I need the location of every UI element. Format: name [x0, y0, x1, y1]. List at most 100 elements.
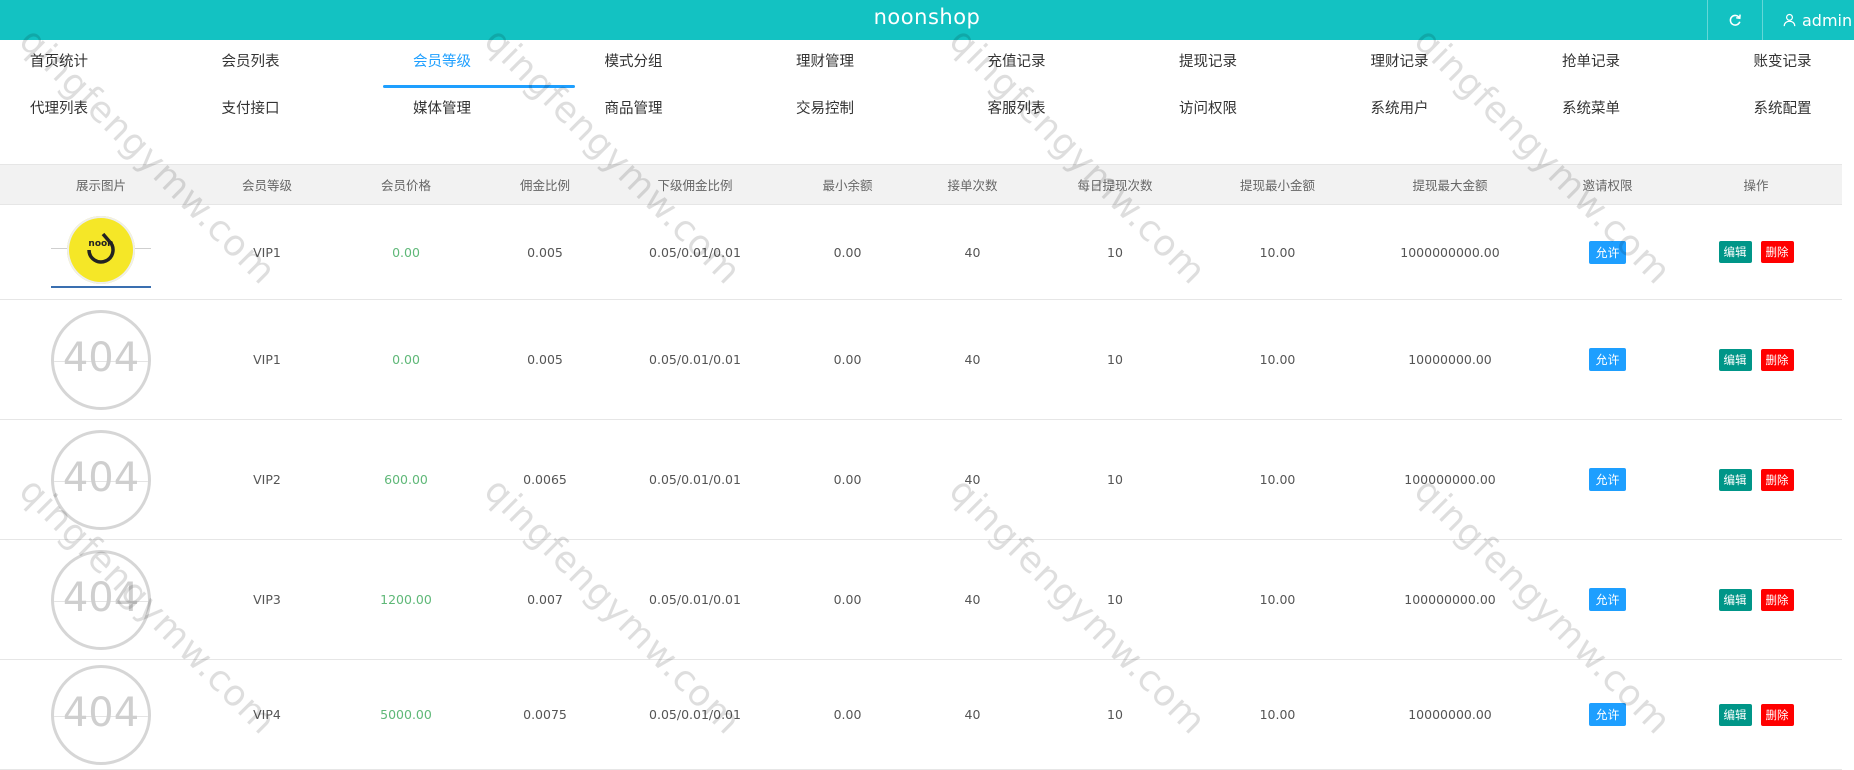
delete-button[interactable]: 删除	[1761, 241, 1794, 263]
column-header: 提现最小金额	[1200, 165, 1355, 204]
column-header: 展示图片	[0, 165, 202, 204]
column-header: 最小余额	[780, 165, 915, 204]
withdraw-max-cell: 1000000000.00	[1355, 205, 1545, 299]
nav-item[interactable]: 会员列表	[192, 47, 384, 94]
invite-cell: 允许	[1545, 300, 1670, 419]
price-cell: 5000.00	[332, 660, 480, 769]
nav-item[interactable]: 商品管理	[575, 94, 767, 141]
delete-button[interactable]: 删除	[1761, 704, 1794, 726]
delete-button[interactable]: 删除	[1761, 469, 1794, 491]
invite-permission-tag[interactable]: 允许	[1589, 241, 1625, 264]
nav-item[interactable]: 系统用户	[1341, 94, 1533, 141]
nav-item[interactable]: 媒体管理	[383, 94, 575, 141]
withdraw-max-cell: 100000000.00	[1355, 540, 1545, 659]
daily-withdraw-cell: 10	[1030, 205, 1200, 299]
sub-rate-cell: 0.05/0.01/0.01	[610, 205, 780, 299]
user-menu[interactable]: admin	[1762, 0, 1854, 40]
image-cell: 404	[0, 420, 202, 539]
withdraw-min-cell: 10.00	[1200, 540, 1355, 659]
actions-cell: 编辑删除	[1670, 540, 1842, 659]
withdraw-min-cell: 10.00	[1200, 205, 1355, 299]
edit-button[interactable]: 编辑	[1719, 589, 1752, 611]
edit-button[interactable]: 编辑	[1719, 704, 1752, 726]
min-balance-cell: 0.00	[780, 420, 915, 539]
level-cell: VIP1	[202, 205, 332, 299]
nav-item[interactable]: 充值记录	[958, 47, 1150, 94]
table-row: noonVIP10.000.0050.05/0.01/0.010.0040101…	[0, 205, 1842, 300]
nav-item[interactable]: 代理列表	[0, 94, 192, 141]
delete-button[interactable]: 删除	[1761, 349, 1794, 371]
min-balance-cell: 0.00	[780, 660, 915, 769]
nav-item[interactable]: 理财记录	[1341, 47, 1533, 94]
withdraw-max-cell: 100000000.00	[1355, 420, 1545, 539]
sub-rate-cell: 0.05/0.01/0.01	[610, 300, 780, 419]
rate-cell: 0.0075	[480, 660, 610, 769]
nav-item[interactable]: 账变记录	[1724, 47, 1854, 94]
level-image: 404	[51, 430, 151, 530]
orders-cell: 40	[915, 420, 1030, 539]
nav-item[interactable]: 系统菜单	[1532, 94, 1724, 141]
sub-rate-cell: 0.05/0.01/0.01	[610, 660, 780, 769]
invite-permission-tag[interactable]: 允许	[1589, 703, 1625, 726]
actions-cell: 编辑删除	[1670, 300, 1842, 419]
daily-withdraw-cell: 10	[1030, 540, 1200, 659]
withdraw-min-cell: 10.00	[1200, 420, 1355, 539]
nav-item[interactable]: 系统配置	[1724, 94, 1854, 141]
daily-withdraw-cell: 10	[1030, 420, 1200, 539]
daily-withdraw-cell: 10	[1030, 660, 1200, 769]
nav-item[interactable]: 模式分组	[575, 47, 767, 94]
table-header: 展示图片会员等级会员价格佣金比例下级佣金比例最小余额接单次数每日提现次数提现最小…	[0, 165, 1842, 205]
orders-cell: 40	[915, 660, 1030, 769]
edit-button[interactable]: 编辑	[1719, 241, 1752, 263]
min-balance-cell: 0.00	[780, 300, 915, 419]
table-row: 404VIP2600.000.00650.05/0.01/0.010.00401…	[0, 420, 1842, 540]
column-header: 会员价格	[332, 165, 480, 204]
nav-item[interactable]: 首页统计	[0, 47, 192, 94]
withdraw-min-cell: 10.00	[1200, 300, 1355, 419]
noon-logo-icon: noon	[67, 216, 135, 284]
invite-cell: 允许	[1545, 420, 1670, 539]
nav-item[interactable]: 交易控制	[766, 94, 958, 141]
nav-item[interactable]: 客服列表	[958, 94, 1150, 141]
price-cell: 0.00	[332, 300, 480, 419]
withdraw-max-cell: 10000000.00	[1355, 300, 1545, 419]
level-image: 404	[51, 310, 151, 410]
nav-item[interactable]: 会员等级	[383, 47, 575, 94]
actions-cell: 编辑删除	[1670, 420, 1842, 539]
delete-button[interactable]: 删除	[1761, 589, 1794, 611]
nav-item[interactable]: 访问权限	[1149, 94, 1341, 141]
level-cell: VIP2	[202, 420, 332, 539]
image-cell: 404	[0, 300, 202, 419]
invite-cell: 允许	[1545, 660, 1670, 769]
column-header: 接单次数	[915, 165, 1030, 204]
sub-rate-cell: 0.05/0.01/0.01	[610, 540, 780, 659]
price-cell: 1200.00	[332, 540, 480, 659]
edit-button[interactable]: 编辑	[1719, 349, 1752, 371]
table-row: 404VIP31200.000.0070.05/0.01/0.010.00401…	[0, 540, 1842, 660]
invite-permission-tag[interactable]: 允许	[1589, 468, 1625, 491]
edit-button[interactable]: 编辑	[1719, 469, 1752, 491]
invite-permission-tag[interactable]: 允许	[1589, 588, 1625, 611]
nav-item[interactable]: 抢单记录	[1532, 47, 1724, 94]
invite-permission-tag[interactable]: 允许	[1589, 348, 1625, 371]
refresh-button[interactable]	[1707, 0, 1762, 40]
table-row: 404VIP45000.000.00750.05/0.01/0.010.0040…	[0, 660, 1842, 770]
column-header: 佣金比例	[480, 165, 610, 204]
invite-cell: 允许	[1545, 540, 1670, 659]
orders-cell: 40	[915, 205, 1030, 299]
price-cell: 0.00	[332, 205, 480, 299]
level-image: 404	[51, 665, 151, 765]
nav-item[interactable]: 提现记录	[1149, 47, 1341, 94]
user-icon	[1783, 13, 1796, 27]
level-image: noon	[51, 216, 151, 288]
nav-item[interactable]: 理财管理	[766, 47, 958, 94]
nav-item[interactable]: 支付接口	[192, 94, 384, 141]
rate-cell: 0.005	[480, 205, 610, 299]
min-balance-cell: 0.00	[780, 205, 915, 299]
min-balance-cell: 0.00	[780, 540, 915, 659]
image-cell: noon	[0, 205, 202, 299]
column-header: 邀请权限	[1545, 165, 1670, 204]
refresh-icon	[1728, 13, 1742, 27]
rate-cell: 0.007	[480, 540, 610, 659]
column-header: 操作	[1670, 165, 1842, 204]
